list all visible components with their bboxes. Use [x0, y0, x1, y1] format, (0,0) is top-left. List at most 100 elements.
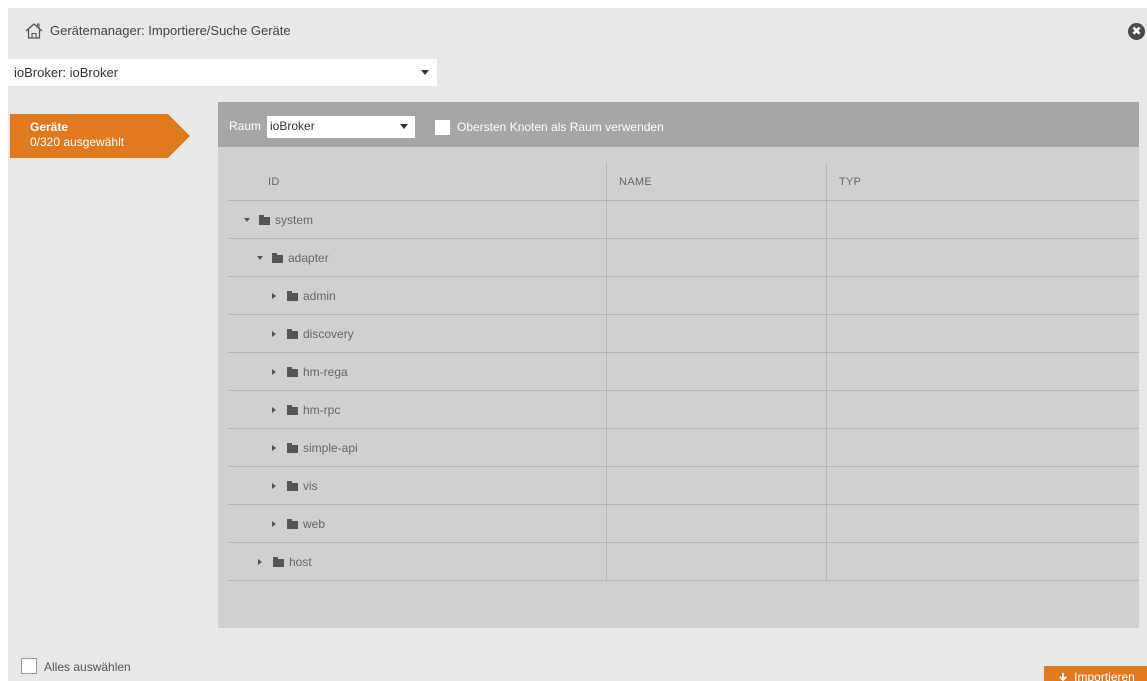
cell-typ [827, 429, 1139, 467]
select-all-checkbox[interactable] [21, 658, 37, 674]
cell-typ [827, 505, 1139, 543]
download-icon [1057, 672, 1069, 681]
tree-node: host [257, 543, 312, 581]
tree-node-label: discovery [303, 327, 354, 341]
caret-right-icon[interactable] [272, 445, 276, 451]
caret-right-icon[interactable] [272, 293, 276, 299]
device-manager-dialog: Gerätemanager: Importiere/Suche Geräte ✖… [8, 8, 1147, 681]
tree-node: hm-rpc [271, 391, 340, 429]
folder-icon [287, 290, 298, 301]
instance-select[interactable]: ioBroker: ioBroker [8, 59, 437, 86]
cell-name [607, 201, 827, 239]
table-row[interactable]: simple-api [228, 429, 1139, 467]
cell-typ [827, 277, 1139, 315]
cell-id: vis [228, 467, 607, 505]
home-icon [25, 22, 43, 40]
cell-typ [827, 353, 1139, 391]
top-node-as-room-label: Obersten Knoten als Raum verwenden [457, 120, 664, 134]
folder-icon [287, 442, 298, 453]
cell-id: host [228, 543, 607, 581]
tab-geraete-selection-count: 0/320 ausgewählt [30, 135, 125, 149]
folder-icon [287, 518, 298, 529]
cell-name [607, 353, 827, 391]
cell-name [607, 429, 827, 467]
caret-down-icon[interactable] [244, 218, 250, 222]
tree-node-label: system [275, 213, 314, 227]
cell-name [607, 505, 827, 543]
tab-geraete[interactable]: Geräte 0/320 ausgewählt [10, 114, 190, 158]
column-header-typ[interactable]: TYP [827, 163, 1139, 201]
folder-icon [272, 252, 283, 263]
tree-node-label: simple-api [303, 441, 358, 455]
cell-name [607, 543, 827, 581]
cell-typ [827, 543, 1139, 581]
cell-id: adapter [228, 239, 607, 277]
cell-typ [827, 467, 1139, 505]
table-row[interactable]: admin [228, 277, 1139, 315]
table-row[interactable]: host [228, 543, 1139, 581]
raum-select-value: ioBroker [270, 119, 315, 133]
table-row[interactable]: hm-rega [228, 353, 1139, 391]
caret-down-icon[interactable] [257, 256, 263, 260]
cell-typ [827, 391, 1139, 429]
device-toolbar: Raum ioBroker Obersten Knoten als Raum v… [218, 102, 1139, 147]
tree-node-label: hm-rega [303, 365, 348, 379]
cell-name [607, 467, 827, 505]
import-button-label: Importieren [1074, 670, 1135, 681]
caret-right-icon[interactable] [272, 521, 276, 527]
cell-typ [827, 201, 1139, 239]
tree-node-label: hm-rpc [303, 403, 341, 417]
caret-right-icon[interactable] [272, 369, 276, 375]
tree-node: simple-api [271, 429, 358, 467]
close-icon[interactable]: ✖ [1128, 23, 1145, 40]
folder-icon [287, 404, 298, 415]
cell-name [607, 391, 827, 429]
cell-id: hm-rpc [228, 391, 607, 429]
cell-id: discovery [228, 315, 607, 353]
cell-id: simple-api [228, 429, 607, 467]
raum-select[interactable]: ioBroker [267, 116, 415, 138]
cell-name [607, 315, 827, 353]
chevron-down-icon [421, 70, 429, 75]
tree-node-label: vis [303, 479, 318, 493]
column-header-id[interactable]: ID [228, 163, 607, 201]
tree-node: admin [271, 277, 336, 315]
column-header-name[interactable]: NAME [607, 163, 827, 201]
cell-id: admin [228, 277, 607, 315]
tree-node: system [244, 201, 313, 239]
table-row[interactable]: discovery [228, 315, 1139, 353]
folder-icon [287, 328, 298, 339]
table-row[interactable]: web [228, 505, 1139, 543]
tree-node-label: admin [303, 289, 336, 303]
caret-right-icon[interactable] [272, 331, 276, 337]
caret-right-icon[interactable] [272, 483, 276, 489]
import-button[interactable]: Importieren [1044, 666, 1147, 681]
caret-right-icon[interactable] [258, 559, 262, 565]
tree-node: web [271, 505, 325, 543]
tree-node: hm-rega [271, 353, 348, 391]
cell-name [607, 277, 827, 315]
tree-node-label: web [303, 517, 326, 531]
cell-typ [827, 315, 1139, 353]
tree-node-label: adapter [288, 251, 329, 265]
cell-id: system [228, 201, 607, 239]
dialog-title: Gerätemanager: Importiere/Suche Geräte [50, 23, 291, 38]
tree-node-label: host [289, 555, 312, 569]
cell-name [607, 239, 827, 277]
device-tree-table: ID NAME TYP system adapter admin discovery h… [228, 163, 1139, 581]
select-all-label: Alles auswählen [44, 660, 131, 674]
caret-right-icon[interactable] [272, 407, 276, 413]
table-row[interactable]: hm-rpc [228, 391, 1139, 429]
cell-typ [827, 239, 1139, 277]
table-row[interactable]: system [228, 201, 1139, 239]
instance-select-value: ioBroker: ioBroker [14, 65, 119, 80]
table-row[interactable]: adapter [228, 239, 1139, 277]
folder-icon [259, 214, 270, 225]
top-node-as-room-checkbox[interactable] [435, 120, 450, 135]
chevron-down-icon [400, 124, 408, 129]
table-row[interactable]: vis [228, 467, 1139, 505]
raum-label: Raum [229, 119, 262, 133]
table-header-row: ID NAME TYP [228, 163, 1139, 201]
tab-geraete-title: Geräte [30, 120, 69, 134]
dialog-titlebar: Gerätemanager: Importiere/Suche Geräte ✖ [8, 8, 1147, 53]
